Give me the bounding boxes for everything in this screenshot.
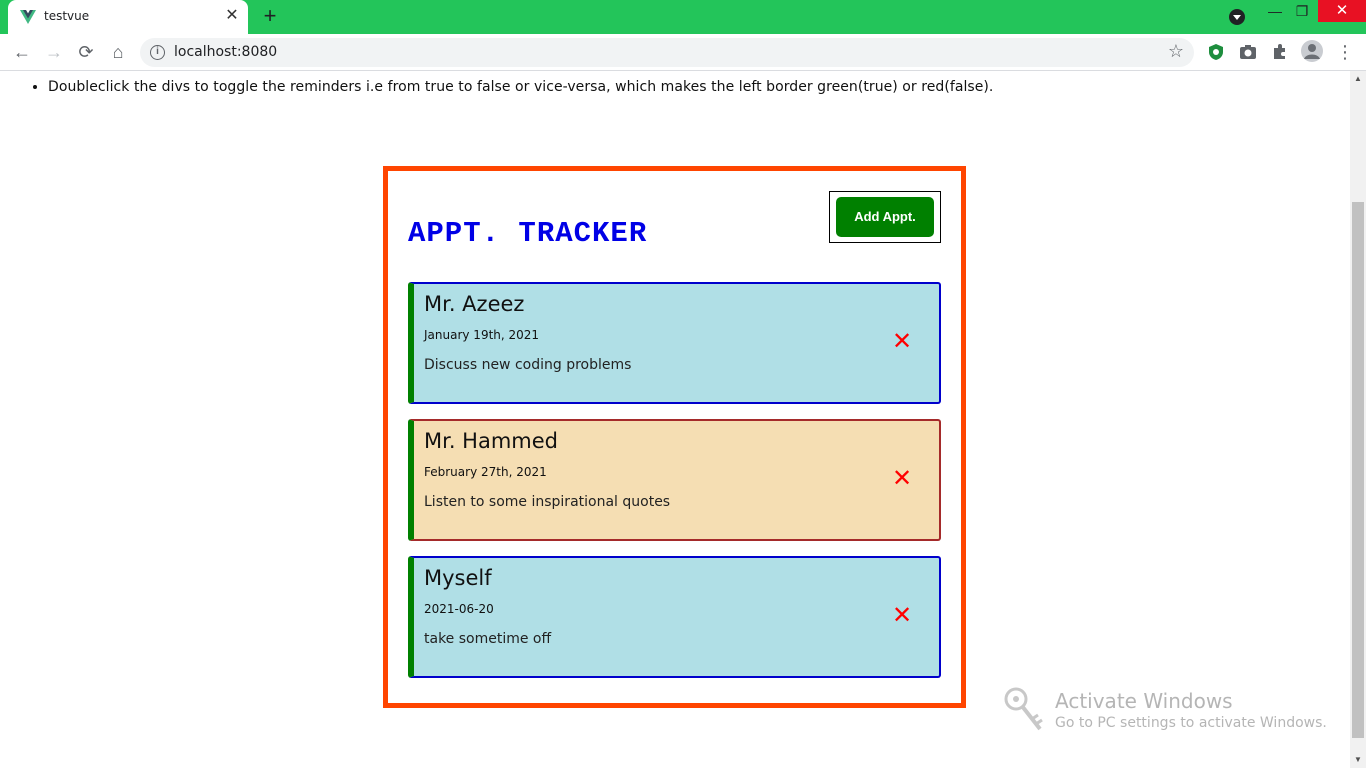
tab-close-icon[interactable]: ✕ xyxy=(222,6,242,26)
maximize-button[interactable]: ❐ xyxy=(1287,0,1317,22)
appointment-description: Discuss new coding problems xyxy=(424,357,632,373)
reload-button[interactable]: ⟳ xyxy=(74,40,98,64)
forward-button[interactable]: → xyxy=(42,40,66,64)
appointment-date: 2021-06-20 xyxy=(424,602,494,616)
browser-toolbar: ← → ⟳ ⌂ i localhost:8080 ☆ ⋮ xyxy=(0,34,1366,71)
avatar[interactable] xyxy=(1301,40,1323,62)
appointment-name: Mr. Azeez xyxy=(424,292,525,316)
add-button-frame: Add Appt. xyxy=(829,191,941,243)
address-bar[interactable]: i localhost:8080 ☆ xyxy=(140,38,1194,67)
new-tab-button[interactable]: + xyxy=(258,5,282,28)
activate-windows-watermark: Activate Windows Go to PC settings to ac… xyxy=(1000,683,1330,733)
appointment-date: January 19th, 2021 xyxy=(424,328,540,342)
appointment-card[interactable]: Mr. Azeez January 19th, 2021 Discuss new… xyxy=(408,282,941,404)
appointment-description: Listen to some inspirational quotes xyxy=(424,494,671,510)
camera-extension-icon[interactable] xyxy=(1238,42,1258,62)
watermark-subtitle: Go to PC settings to activate Windows. xyxy=(1055,715,1327,731)
scroll-up-arrow-icon[interactable]: ▲ xyxy=(1350,71,1366,87)
add-appt-button[interactable]: Add Appt. xyxy=(836,197,934,237)
shield-extension-icon[interactable] xyxy=(1206,42,1226,62)
window-close-button[interactable]: ✕ xyxy=(1318,0,1366,22)
chrome-menu-icon[interactable]: ⋮ xyxy=(1333,40,1357,64)
delete-icon[interactable]: ✕ xyxy=(892,329,912,353)
tab-title: testvue xyxy=(44,9,90,23)
appointment-card[interactable]: Myself 2021-06-20 take sometime off ✕ xyxy=(408,556,941,678)
vue-logo-icon xyxy=(20,10,36,24)
appt-tracker-container: APPT. TRACKER Add Appt. Mr. Azeez Januar… xyxy=(383,166,966,708)
appointment-card[interactable]: Mr. Hammed February 27th, 2021 Listen to… xyxy=(408,419,941,541)
page-content: Doubleclick the divs to toggle the remin… xyxy=(0,71,1350,768)
delete-icon[interactable]: ✕ xyxy=(892,466,912,490)
home-button[interactable]: ⌂ xyxy=(106,40,130,64)
hint-list: Doubleclick the divs to toggle the remin… xyxy=(48,79,993,95)
bookmark-star-icon[interactable]: ☆ xyxy=(1168,41,1184,62)
browser-tab[interactable]: testvue ✕ xyxy=(8,0,248,34)
minimize-button[interactable]: — xyxy=(1260,0,1290,22)
scroll-down-arrow-icon[interactable]: ▼ xyxy=(1350,752,1366,768)
appointment-name: Mr. Hammed xyxy=(424,429,558,453)
back-button[interactable]: ← xyxy=(10,40,34,64)
chrome-profile-icon[interactable] xyxy=(1229,9,1245,25)
puzzle-extensions-icon[interactable] xyxy=(1270,42,1290,62)
scrollbar-thumb[interactable] xyxy=(1352,202,1364,738)
key-icon xyxy=(1004,687,1043,731)
appointment-date: February 27th, 2021 xyxy=(424,465,547,479)
url-text[interactable]: localhost:8080 xyxy=(174,44,277,60)
browser-titlebar: testvue ✕ + — ❐ ✕ xyxy=(0,0,1366,34)
appointment-description: take sometime off xyxy=(424,631,552,647)
site-info-icon[interactable]: i xyxy=(150,45,165,60)
page-title: APPT. TRACKER xyxy=(408,217,648,250)
appointment-name: Myself xyxy=(424,566,492,590)
hint-item: Doubleclick the divs to toggle the remin… xyxy=(48,79,993,95)
delete-icon[interactable]: ✕ xyxy=(892,603,912,627)
watermark-title: Activate Windows xyxy=(1055,689,1233,713)
